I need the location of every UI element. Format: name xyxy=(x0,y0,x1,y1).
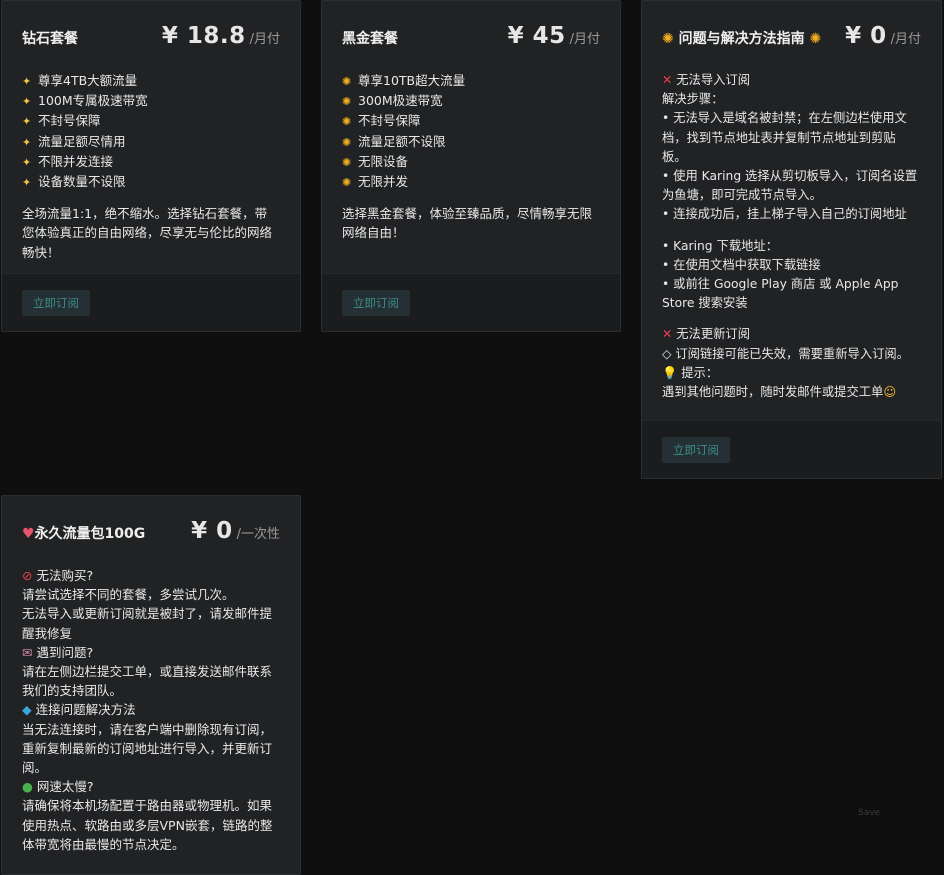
feature-item: ✺ 无限并发 xyxy=(342,172,600,192)
sparkle-icon: ✦ xyxy=(22,176,32,190)
faq-heading: ● 网速太慢? xyxy=(22,779,94,795)
plan-price: ¥ 0 xyxy=(845,23,887,49)
sun-icon: ✺ xyxy=(342,115,352,129)
feature-item: ✦ 设备数量不设限 xyxy=(22,172,280,192)
turtle-icon: ● xyxy=(22,779,33,795)
guide-heading: ✕ 无法更新订阅 xyxy=(662,327,751,342)
plan-header: 黑金套餐 ¥ 45/月付 xyxy=(322,1,620,61)
sparkle-icon: ✦ xyxy=(22,135,32,149)
plan-header: 钻石套餐 ¥ 18.8/月付 xyxy=(2,1,300,61)
plan-header: ✺ 问题与解决方法指南 ✺ ¥ 0/月付 xyxy=(642,1,941,61)
sparkle-icon: ✦ xyxy=(22,155,32,169)
feature-item: ✦ 尊享4TB大额流量 xyxy=(22,71,280,91)
plan-card-permanent: ♥永久流量包100G ¥ 0/一次性 ⊘ 无法购买? 请尝试选择不同的套餐，多尝… xyxy=(1,495,301,875)
heart-icon: ♥ xyxy=(22,526,35,542)
plan-price: ¥ 45 xyxy=(507,23,566,49)
guide-content: ✕ 无法导入订阅 解决步骤： • 无法导入是域名被封禁；在左侧边栏使用文 档，找… xyxy=(642,61,941,402)
sparkle-icon: ✦ xyxy=(22,115,32,129)
save-button[interactable]: Save xyxy=(858,808,880,818)
plan-title: 黑金套餐 xyxy=(342,31,398,47)
sun-icon: ✺ xyxy=(662,31,674,47)
plan-card-guide: ✺ 问题与解决方法指南 ✺ ¥ 0/月付 ✕ 无法导入订阅 解决步骤： • 无法… xyxy=(641,0,942,479)
plan-period: /月付 xyxy=(249,32,280,47)
plan-card-diamond: 钻石套餐 ¥ 18.8/月付 ✦ 尊享4TB大额流量 ✦ 100M专属极速带宽 ✦ 不… xyxy=(1,0,301,332)
plan-card-black-gold: 黑金套餐 ¥ 45/月付 ✺ 尊享10TB超大流量 ✺ 300M极速带宽 ✺ 不封号保… xyxy=(321,0,621,332)
sun-icon: ✺ xyxy=(342,135,352,149)
sun-icon: ✺ xyxy=(809,31,822,47)
feature-item: ✺ 300M极速带宽 xyxy=(342,91,600,111)
plan-title: ✺ 问题与解决方法指南 ✺ xyxy=(662,31,822,47)
cross-icon: ✕ xyxy=(662,327,673,342)
sun-icon: ✺ xyxy=(342,95,352,109)
plan-description: 选择黑金套餐，体验至臻品质，尽情畅享无限 网络自由！ xyxy=(342,206,593,241)
guide-heading: ✕ 无法导入订阅 xyxy=(662,73,751,87)
feature-item: ✦ 100M专属极速带宽 xyxy=(22,91,280,111)
faq-content: ⊘ 无法购买? 请尝试选择不同的套餐，多尝试几次。 无法导入或更新订阅就是被封了… xyxy=(2,556,300,854)
feature-item: ✦ 不封号保障 xyxy=(22,111,280,131)
plan-period: /一次性 xyxy=(236,527,280,542)
lightbulb-icon: 💡 xyxy=(662,365,678,380)
faq-heading: ◆ 连接问题解决方法 xyxy=(22,702,136,718)
faq-heading: ✉ 遇到问题? xyxy=(22,644,94,660)
subscribe-button[interactable]: 立即订阅 xyxy=(662,437,730,463)
sparkle-icon: ✦ xyxy=(22,75,32,88)
fish-icon: ◆ xyxy=(22,702,32,718)
cross-icon: ✕ xyxy=(662,73,673,87)
subscribe-button[interactable]: 立即订阅 xyxy=(342,290,410,316)
plan-price: ¥ 18.8 xyxy=(161,23,246,49)
feature-item: ✺ 无限设备 xyxy=(342,152,600,172)
feature-item: ✺ 不封号保障 xyxy=(342,111,600,131)
feature-item: ✺ 流量足额不设限 xyxy=(342,132,600,152)
sun-icon: ✺ xyxy=(342,176,352,190)
plan-price: ¥ 0 xyxy=(191,518,233,544)
plan-title: ♥永久流量包100G xyxy=(22,526,146,542)
plan-features: ✺ 尊享10TB超大流量 ✺ 300M极速带宽 ✺ 不封号保障 ✺ 流量足额不设限 ✺ 无… xyxy=(322,61,620,243)
plan-header: ♥永久流量包100G ¥ 0/一次性 xyxy=(2,496,300,556)
feature-item: ✺ 尊享10TB超大流量 xyxy=(342,71,600,91)
plan-period: /月付 xyxy=(890,32,921,47)
subscribe-button[interactable]: 立即订阅 xyxy=(22,290,90,316)
smile-icon: ☺ xyxy=(883,385,897,400)
plan-period: /月付 xyxy=(569,32,600,47)
plan-title: 钻石套餐 xyxy=(22,31,78,47)
prohibited-icon: ⊘ xyxy=(22,568,33,583)
sparkle-icon: ✦ xyxy=(22,95,32,109)
mail-icon: ✉ xyxy=(22,644,33,660)
feature-item: ✦ 不限并发连接 xyxy=(22,152,280,172)
sun-icon: ✺ xyxy=(342,75,352,88)
sun-icon: ✺ xyxy=(342,155,352,169)
faq-heading: ⊘ 无法购买? xyxy=(22,568,94,583)
plan-features: ✦ 尊享4TB大额流量 ✦ 100M专属极速带宽 ✦ 不封号保障 ✦ 流量足额尽情用 ✦… xyxy=(2,61,300,262)
feature-item: ✦ 流量足额尽情用 xyxy=(22,132,280,152)
plan-description: 全场流量1:1，绝不缩水。选择钻石套餐，带 您体验真正的自由网络，尽享无与伦比的… xyxy=(22,206,273,260)
